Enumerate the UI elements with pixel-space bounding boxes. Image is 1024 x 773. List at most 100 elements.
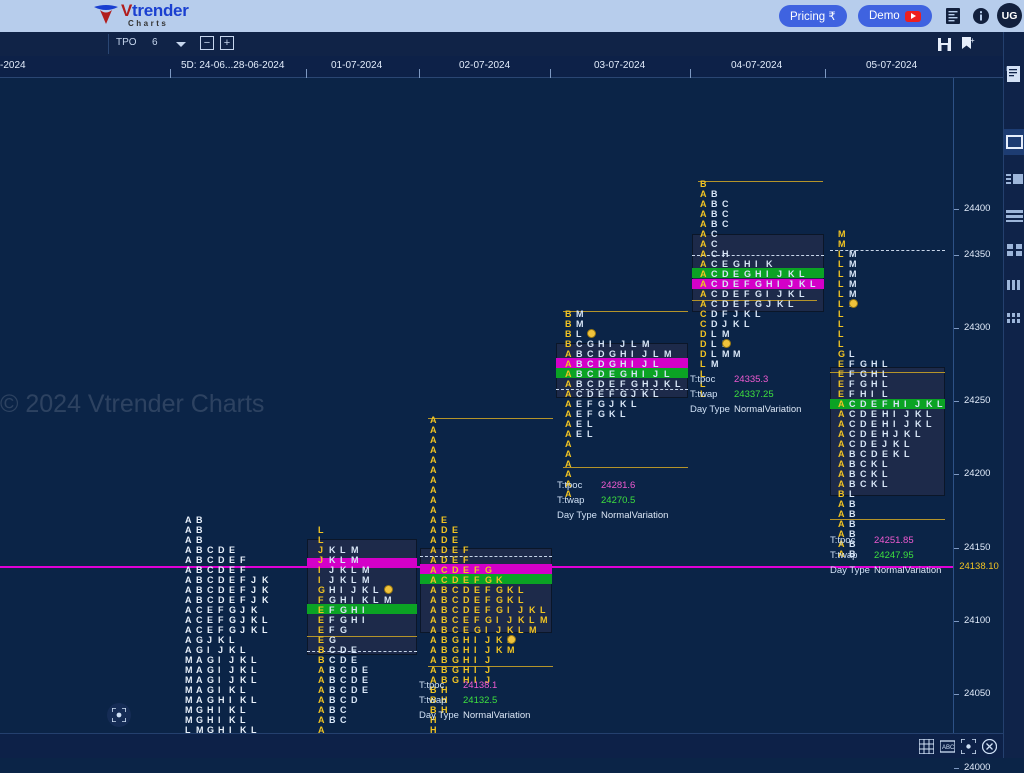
zoom-out-button[interactable]: − (200, 36, 214, 50)
tpo-letter: B (441, 615, 448, 625)
tpo-letter: A (838, 459, 845, 469)
tpo-letter: A (700, 219, 707, 229)
zoom-in-button[interactable]: + (220, 36, 234, 50)
logo[interactable]: Vtrender Charts (92, 2, 189, 28)
tpo-letter: F (240, 585, 246, 595)
tpo-letter: I (218, 715, 221, 725)
tpo-letter: J (620, 339, 626, 349)
tpo-letter: A (185, 535, 192, 545)
tpo-letter: A (430, 625, 437, 635)
avatar[interactable]: UG (997, 3, 1022, 28)
tpo-letter: E (463, 615, 470, 625)
tpo-letter: H (871, 369, 878, 379)
tpo-letter: B (441, 655, 448, 665)
date-axis: -2024 5D: 24-06...28-06-2024 01-07-2024 02-… (0, 56, 1024, 78)
tpo-letter: D (351, 685, 358, 695)
table-icon[interactable] (918, 738, 935, 755)
chart-canvas[interactable]: © 2024 Vtrender Charts ABABABABCDEABCDEF… (0, 78, 953, 733)
columns-icon[interactable] (1006, 310, 1023, 327)
tpo-row: LM (838, 259, 860, 269)
fit-icon[interactable] (960, 738, 977, 755)
tpo-letter: L (251, 695, 257, 705)
tpo-letter: M (351, 545, 359, 555)
tpo-letter: D (351, 695, 358, 705)
bars-icon[interactable] (1006, 277, 1023, 294)
tpo-letter: L (838, 339, 844, 349)
tpo-letter: A (838, 479, 845, 489)
abc-icon[interactable]: ABC (939, 739, 956, 754)
info-icon[interactable] (973, 8, 989, 24)
tpo-letter: D (700, 329, 707, 339)
grid-icon[interactable] (1006, 242, 1023, 259)
chevron-down-icon[interactable] (176, 42, 186, 47)
tpo-letter: A (565, 419, 572, 429)
tpo-letter: L (351, 565, 357, 575)
tpo-letter: I (218, 655, 221, 665)
tpo-letter: K (777, 299, 784, 309)
tpo-letter: I (207, 645, 210, 655)
tpo-letter: H (620, 349, 627, 359)
price-tick-label: 24200 (964, 468, 991, 479)
tpo-letter: C (587, 349, 594, 359)
tpo-letter: E (318, 625, 325, 635)
tpo-letter: L (675, 379, 681, 389)
close-icon[interactable] (981, 738, 998, 755)
tpo-letter: I (218, 665, 221, 675)
tpo-letter: A (838, 499, 845, 509)
document-icon[interactable] (946, 8, 960, 24)
tpo-letter: K (240, 725, 247, 733)
tpo-value[interactable]: 6 (152, 37, 158, 48)
save-icon[interactable] (938, 38, 951, 51)
tpo-letter: L (240, 645, 246, 655)
daytype-row: Day Type NormalVariation (419, 710, 531, 721)
tpo-letter: E (838, 379, 845, 389)
tpo-letter: E (838, 389, 845, 399)
tpo-letter: K (926, 399, 933, 409)
list-icon[interactable] (1006, 172, 1023, 189)
tpo-row: ABCDE (185, 545, 240, 555)
demo-button[interactable]: Demo (858, 5, 932, 27)
tpo-letter: I (755, 259, 758, 269)
tpo-letter: L (882, 379, 888, 389)
tpo-letter: A (430, 415, 437, 425)
square-icon[interactable] (1006, 134, 1023, 151)
report-icon[interactable] (1006, 66, 1023, 83)
tpo-row: LMGHIKL (185, 725, 262, 733)
tpo-letter: B (196, 545, 203, 555)
tpo-letter: G (598, 409, 606, 419)
tpo-letter: L (653, 389, 659, 399)
poc-marker (722, 339, 731, 348)
fit-screen-button[interactable] (107, 703, 131, 727)
tpo-letter: M (362, 575, 370, 585)
rows-icon[interactable] (1006, 208, 1023, 225)
tpo-letter: I (496, 615, 499, 625)
poc-marker (587, 329, 596, 338)
pricing-button[interactable]: Pricing ₹ (779, 5, 847, 27)
tpo-letter: E (838, 369, 845, 379)
tpo-letter: G (496, 585, 504, 595)
tpo-letter: B (849, 519, 856, 529)
tpo-letter: H (351, 605, 358, 615)
tpo-letter: C (207, 585, 214, 595)
tpo-letter: G (452, 665, 460, 675)
tpo-letter: L (810, 279, 816, 289)
tpo-letter: A (185, 545, 192, 555)
tpo-letter: I (318, 565, 321, 575)
tpo-letter: E (362, 665, 369, 675)
tpo-letter: E (882, 449, 889, 459)
flag-add-icon[interactable]: + (961, 36, 975, 52)
tpo-letter: J (329, 565, 335, 575)
tpo-letter: D (463, 605, 470, 615)
tpo-row: L (318, 535, 329, 545)
tpo-letter: K (229, 645, 236, 655)
tpo-letter: J (882, 439, 888, 449)
tpo-letter: K (240, 695, 247, 705)
tpo-letter: L (631, 339, 637, 349)
price-axis[interactable]: 24400 24350 24300 24250 24200 24150 24100 24050… (953, 78, 1003, 773)
tpo-row: ACDEHJKL (838, 429, 926, 439)
tpo-letter: E (576, 409, 583, 419)
tpo-letter: B (196, 515, 203, 525)
tpo-letter: G (620, 369, 628, 379)
tpo-letter: C (340, 675, 347, 685)
tpo-letter: M (849, 279, 857, 289)
